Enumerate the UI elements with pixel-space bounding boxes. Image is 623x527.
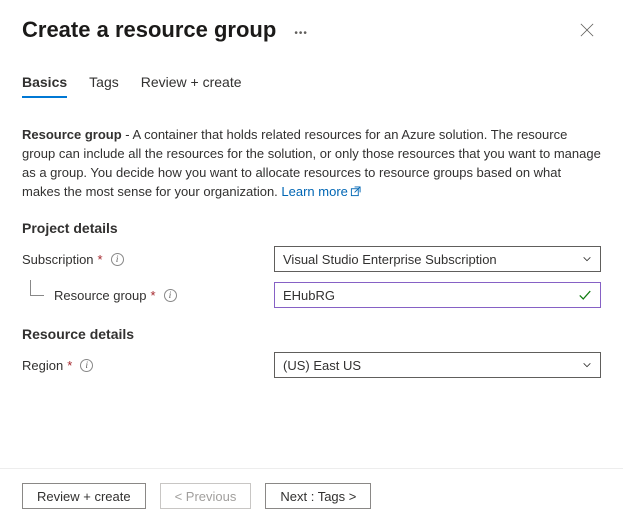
label-region: Region * i xyxy=(22,358,274,373)
learn-more-link[interactable]: Learn more xyxy=(281,184,360,199)
footer-actions: Review + create < Previous Next : Tags > xyxy=(0,468,623,527)
chevron-down-icon xyxy=(582,254,592,264)
description-lead: Resource group xyxy=(22,127,122,142)
info-icon[interactable]: i xyxy=(111,253,124,266)
region-value: (US) East US xyxy=(283,358,582,373)
page-title: Create a resource group xyxy=(22,17,276,43)
subscription-select[interactable]: Visual Studio Enterprise Subscription xyxy=(274,246,601,272)
tab-bar: Basics Tags Review + create xyxy=(0,50,623,99)
tree-elbow-icon xyxy=(30,280,44,296)
subscription-value: Visual Studio Enterprise Subscription xyxy=(283,252,582,267)
label-resource-group: Resource group * i xyxy=(22,288,274,303)
page-header: Create a resource group ••• xyxy=(0,0,623,50)
field-row-subscription: Subscription * i Visual Studio Enterpris… xyxy=(22,246,601,272)
label-subscription: Subscription * i xyxy=(22,252,274,267)
section-resource-details: Resource details xyxy=(22,326,601,342)
resource-group-value: EHubRG xyxy=(283,288,578,303)
field-row-region: Region * i (US) East US xyxy=(22,352,601,378)
next-button[interactable]: Next : Tags > xyxy=(265,483,371,509)
tab-tags[interactable]: Tags xyxy=(89,74,119,98)
tab-review-create[interactable]: Review + create xyxy=(141,74,242,98)
tab-basics[interactable]: Basics xyxy=(22,74,67,98)
resource-group-input[interactable]: EHubRG xyxy=(274,282,601,308)
chevron-down-icon xyxy=(582,360,592,370)
required-marker: * xyxy=(67,358,72,373)
section-project-details: Project details xyxy=(22,220,601,236)
review-create-button[interactable]: Review + create xyxy=(22,483,146,509)
close-icon xyxy=(580,23,594,37)
info-icon[interactable]: i xyxy=(164,289,177,302)
required-marker: * xyxy=(151,288,156,303)
close-button[interactable] xyxy=(573,16,601,44)
more-icon[interactable]: ••• xyxy=(294,28,308,39)
external-link-icon xyxy=(350,184,361,203)
previous-button: < Previous xyxy=(160,483,252,509)
required-marker: * xyxy=(98,252,103,267)
check-icon xyxy=(578,288,592,302)
description-text: Resource group - A container that holds … xyxy=(22,126,601,202)
field-row-resource-group: Resource group * i EHubRG xyxy=(22,282,601,308)
region-select[interactable]: (US) East US xyxy=(274,352,601,378)
content-area: Resource group - A container that holds … xyxy=(0,99,623,468)
info-icon[interactable]: i xyxy=(80,359,93,372)
